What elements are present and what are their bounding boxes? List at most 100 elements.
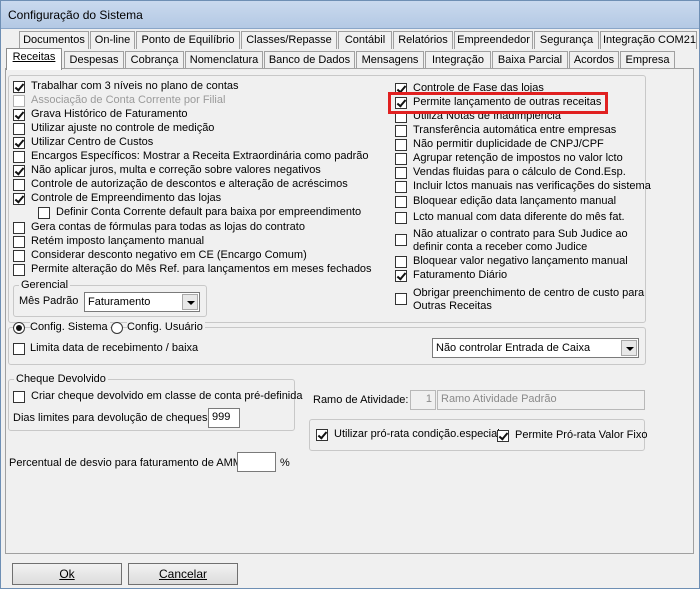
tab-nomenclatura[interactable]: Nomenclatura bbox=[185, 51, 263, 69]
dias-limites-input[interactable]: 999 bbox=[208, 408, 240, 428]
label-dias-limites: Dias limites para devolução de cheques bbox=[13, 412, 208, 424]
checkbox-alteracao-mes-ref[interactable] bbox=[13, 264, 25, 276]
label-agrupar-retencao: Agrupar retenção de impostos no valor lc… bbox=[413, 152, 623, 164]
ok-button-label: Ok bbox=[59, 567, 75, 581]
label-transferencia-empresas: Transferência automática entre empresas bbox=[413, 124, 617, 136]
title-bar: Configuração do Sistema bbox=[1, 1, 699, 29]
label-criar-cheque: Criar cheque devolvido em classe de cont… bbox=[31, 390, 303, 402]
label-limita-data: Limita data de recebimento / baixa bbox=[30, 342, 199, 354]
checkbox-ajuste-medicao[interactable] bbox=[13, 123, 25, 135]
checkbox-bloquear-valor-negativo[interactable] bbox=[395, 256, 407, 268]
checkbox-incluir-lctos-manuais[interactable] bbox=[395, 181, 407, 193]
mes-padrao-label: Mês Padrão bbox=[19, 295, 79, 307]
checkbox-limita-data[interactable] bbox=[13, 343, 25, 355]
tab-cobranca[interactable]: Cobrança bbox=[125, 51, 184, 69]
checkbox-bloquear-edicao-data[interactable] bbox=[395, 196, 407, 208]
checkbox-vendas-fluidas[interactable] bbox=[395, 167, 407, 179]
tab-ponto-equilibrio[interactable]: Ponto de Equilíbrio bbox=[136, 31, 240, 49]
tab-documentos[interactable]: Documentos bbox=[19, 31, 89, 49]
checkbox-lcto-data-diferente[interactable] bbox=[395, 212, 407, 224]
entrada-caixa-select[interactable]: Não controlar Entrada de Caixa bbox=[432, 338, 639, 358]
label-retem-imposto: Retém imposto lançamento manual bbox=[31, 235, 205, 247]
percentual-desvio-input[interactable] bbox=[237, 452, 276, 472]
cancel-button-label: Cancelar bbox=[158, 567, 208, 581]
tab-banco-dados[interactable]: Banco de Dados bbox=[264, 51, 355, 69]
checkbox-contas-formulas[interactable] bbox=[13, 222, 25, 234]
checkbox-3-niveis[interactable] bbox=[13, 81, 25, 93]
checkbox-permite-prorata[interactable] bbox=[497, 430, 509, 442]
checkbox-centro-custos[interactable] bbox=[13, 137, 25, 149]
checkbox-desconto-negativo-ce[interactable] bbox=[13, 250, 25, 262]
label-ramo-atividade: Ramo de Atividade: bbox=[313, 394, 409, 406]
label-config-usuario: Config. Usuário bbox=[127, 321, 205, 333]
label-grava-historico: Grava Histórico de Faturamento bbox=[31, 108, 188, 120]
ramo-value-input: Ramo Atividade Padrão bbox=[437, 390, 645, 410]
label-3-niveis: Trabalhar com 3 níveis no plano de conta… bbox=[31, 80, 239, 92]
percent-unit: % bbox=[280, 457, 290, 469]
tab-contabil[interactable]: Contábil bbox=[338, 31, 392, 49]
tab-classes-repasse[interactable]: Classes/Repasse bbox=[241, 31, 337, 49]
label-percentual-desvio: Percentual de desvio para faturamento de… bbox=[9, 457, 242, 469]
label-contas-formulas: Gera contas de fórmulas para todas as lo… bbox=[31, 221, 305, 233]
checkbox-duplicidade-cnpj[interactable] bbox=[395, 139, 407, 151]
label-vendas-fluidas: Vendas fluidas para o cálculo de Cond.Es… bbox=[413, 166, 626, 178]
ok-button[interactable]: Ok bbox=[12, 563, 122, 585]
gerencial-title: Gerencial bbox=[19, 279, 71, 291]
tab-online[interactable]: On-line bbox=[90, 31, 135, 49]
label-lcto-data-diferente: Lcto manual com data diferente do mês fa… bbox=[413, 211, 625, 223]
label-nao-aplicar-juros: Não aplicar juros, multa e correção sobr… bbox=[31, 164, 321, 176]
label-obrigar-centro-custo-line2: Outras Receitas bbox=[413, 300, 492, 312]
window-title: Configuração do Sistema bbox=[8, 8, 143, 22]
checkbox-transferencia-empresas[interactable] bbox=[395, 125, 407, 137]
mes-padrao-select[interactable]: Faturamento bbox=[84, 292, 200, 312]
entrada-caixa-value: Não controlar Entrada de Caixa bbox=[436, 342, 591, 354]
label-alteracao-mes-ref: Permite alteração do Mês Ref. para lança… bbox=[31, 263, 372, 275]
label-duplicidade-cnpj: Não permitir duplicidade de CNPJ/CPF bbox=[413, 138, 604, 150]
checkbox-encargos-especificos[interactable] bbox=[13, 151, 25, 163]
checkbox-grava-historico[interactable] bbox=[13, 109, 25, 121]
radio-config-sistema[interactable] bbox=[13, 322, 25, 334]
tab-acordos[interactable]: Acordos bbox=[569, 51, 619, 69]
label-desconto-negativo-ce: Considerar desconto negativo em CE (Enca… bbox=[31, 249, 307, 261]
checkbox-autorizacao-descontos[interactable] bbox=[13, 179, 25, 191]
checkbox-agrupar-retencao[interactable] bbox=[395, 153, 407, 165]
checkbox-conta-corrente-default[interactable] bbox=[38, 207, 50, 219]
tab-empresa[interactable]: Empresa bbox=[620, 51, 675, 69]
checkbox-nao-aplicar-juros[interactable] bbox=[13, 165, 25, 177]
label-controle-empreendimento: Controle de Empreendimento das lojas bbox=[31, 192, 222, 204]
radio-config-usuario[interactable] bbox=[111, 322, 123, 334]
tab-empreendedor[interactable]: Empreendedor bbox=[454, 31, 533, 49]
checkbox-controle-empreendimento[interactable] bbox=[13, 193, 25, 205]
ramo-code-input: 1 bbox=[410, 390, 436, 410]
checkbox-retem-imposto[interactable] bbox=[13, 236, 25, 248]
cheque-title: Cheque Devolvido bbox=[14, 373, 108, 385]
label-bloquear-edicao-data: Bloquear edição data lançamento manual bbox=[413, 195, 617, 207]
checkbox-faturamento-diario[interactable] bbox=[395, 270, 407, 282]
checkbox-criar-cheque[interactable] bbox=[13, 391, 25, 403]
label-obrigar-centro-custo-line1: Obrigar preenchimento de centro de custo… bbox=[413, 287, 645, 299]
label-encargos-especificos: Encargos Específicos: Mostrar a Receita … bbox=[31, 150, 369, 162]
label-sub-judice-line1: Não atualizar o contrato para Sub Judice… bbox=[413, 228, 628, 240]
label-permite-prorata: Permite Pró-rata Valor Fixo bbox=[515, 429, 648, 441]
tab-baixa-parcial[interactable]: Baixa Parcial bbox=[492, 51, 568, 69]
checkbox-obrigar-centro-custo[interactable] bbox=[395, 293, 407, 305]
label-utilizar-prorata: Utilizar pró-rata condição.especial bbox=[334, 428, 500, 440]
cancel-button[interactable]: Cancelar bbox=[128, 563, 238, 585]
label-centro-custos: Utilizar Centro de Custos bbox=[31, 136, 154, 148]
mes-padrao-value: Faturamento bbox=[88, 296, 151, 308]
tab-despesas[interactable]: Despesas bbox=[64, 51, 124, 69]
label-ajuste-medicao: Utilizar ajuste no controle de medição bbox=[31, 122, 215, 134]
checkbox-utilizar-prorata[interactable] bbox=[316, 429, 328, 441]
chevron-down-icon bbox=[621, 340, 637, 356]
label-config-sistema: Config. Sistema bbox=[30, 321, 110, 333]
tab-receitas[interactable]: Receitas bbox=[6, 48, 62, 70]
checkbox-sub-judice[interactable] bbox=[395, 234, 407, 246]
label-incluir-lctos-manuais: Incluir lctos manuais nas verificações d… bbox=[413, 180, 651, 192]
config-window: Configuração do Sistema Documentos On-li… bbox=[0, 0, 700, 589]
tab-mensagens[interactable]: Mensagens bbox=[356, 51, 424, 69]
tab-integracao[interactable]: Integração bbox=[425, 51, 491, 69]
label-faturamento-diario: Faturamento Diário bbox=[413, 269, 508, 281]
tab-relatorios[interactable]: Relatórios bbox=[393, 31, 453, 49]
tab-integracao-com21[interactable]: Integração COM21 bbox=[600, 31, 697, 49]
tab-seguranca[interactable]: Segurança bbox=[534, 31, 599, 49]
